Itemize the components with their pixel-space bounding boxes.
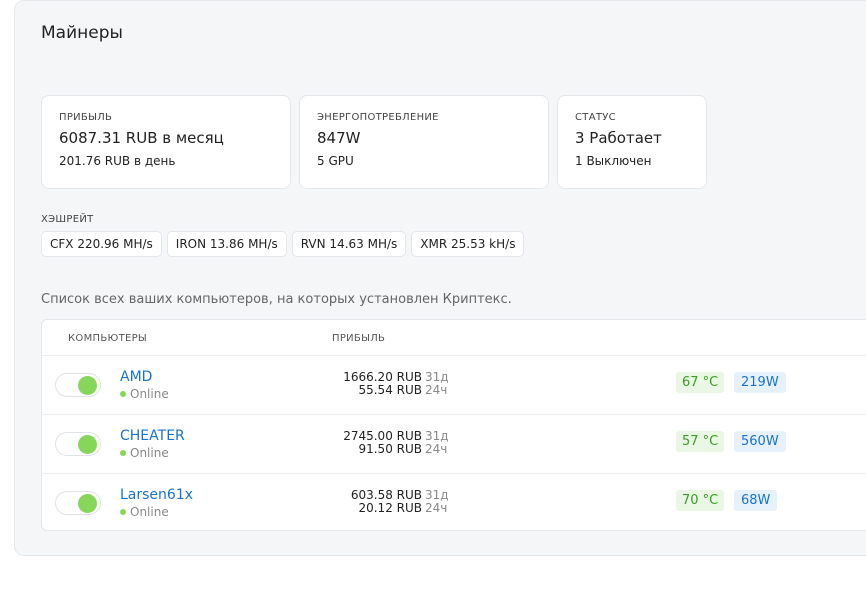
status-text: Online: [130, 387, 169, 401]
table-header: КОМПЬЮТЕРЫ ПРИБЫЛЬ: [42, 320, 866, 356]
hashrate-list: CFX 220.96 MH/s IRON 13.86 MH/s RVN 14.6…: [41, 231, 525, 257]
profit-day-unit: 24ч: [425, 442, 448, 456]
temperature-badge: 70 °C: [676, 490, 725, 511]
profit-label: ПРИБЫЛЬ: [59, 112, 113, 123]
hashrate-title: ХЭШРЕЙТ: [41, 214, 94, 225]
status-value: 3 Работает: [575, 129, 662, 147]
hashrate-chip: CFX 220.96 MH/s: [41, 231, 162, 257]
computers-table: КОМПЬЮТЕРЫ ПРИБЫЛЬ AMD Online 1666.20 RU…: [41, 319, 866, 531]
power-badge: 68W: [734, 490, 778, 511]
table-row: Larsen61x Online 603.58 RUB 31д 20.12 RUB…: [42, 474, 866, 530]
online-dot-icon: [120, 391, 126, 397]
hashrate-chip: XMR 25.53 kH/s: [411, 231, 525, 257]
table-row: CHEATER Online 2745.00 RUB 31д 91.50 RUB 2…: [42, 415, 866, 474]
status-sub: 1 Выключен: [575, 154, 652, 168]
power-sub: 5 GPU: [317, 154, 354, 168]
toggle-knob: [78, 494, 97, 513]
column-header-profit: ПРИБЫЛЬ: [332, 333, 386, 344]
miner-toggle[interactable]: [55, 373, 101, 397]
computer-name-link[interactable]: Larsen61x: [120, 487, 193, 503]
power-badge: 219W: [734, 372, 786, 393]
status-card: СТАТУС 3 Работает 1 Выключен: [557, 95, 707, 189]
online-dot-icon: [120, 509, 126, 515]
temperature-badge: 57 °C: [676, 431, 725, 452]
computers-list-description: Список всех ваших компьютеров, на которы…: [41, 292, 512, 307]
profit-value: 6087.31 RUB в месяц: [59, 129, 224, 147]
profit-day: 20.12 RUB: [358, 501, 422, 515]
table-row: AMD Online 1666.20 RUB 31д 55.54 RUB 24ч 6…: [42, 356, 866, 415]
hashrate-chip: RVN 14.63 MH/s: [291, 231, 407, 257]
profit-card: ПРИБЫЛЬ 6087.31 RUB в месяц 201.76 RUB в…: [41, 95, 291, 189]
miner-toggle[interactable]: [55, 432, 101, 456]
online-dot-icon: [120, 450, 126, 456]
profit-day-unit: 24ч: [425, 501, 448, 515]
profit-day: 91.50 RUB: [358, 442, 422, 456]
status-indicator: Online: [120, 505, 169, 519]
toggle-knob: [78, 376, 97, 395]
profit-cell: 603.58 RUB 31д 20.12 RUB 24ч: [312, 489, 452, 515]
status-text: Online: [130, 446, 169, 460]
status-label: СТАТУС: [575, 112, 616, 123]
profit-day: 55.54 RUB: [358, 383, 422, 397]
power-card: ЭНЕРГОПОТРЕБЛЕНИЕ 847W 5 GPU: [299, 95, 549, 189]
computer-name-link[interactable]: AMD: [120, 369, 152, 385]
profit-sub: 201.76 RUB в день: [59, 154, 176, 168]
power-value: 847W: [317, 129, 361, 147]
hashrate-chip: IRON 13.86 MH/s: [166, 231, 287, 257]
profit-day-unit: 24ч: [425, 383, 448, 397]
status-indicator: Online: [120, 446, 169, 460]
status-indicator: Online: [120, 387, 169, 401]
profit-cell: 1666.20 RUB 31д 55.54 RUB 24ч: [312, 371, 452, 397]
temperature-badge: 67 °C: [676, 372, 725, 393]
miner-toggle[interactable]: [55, 491, 101, 515]
toggle-knob: [78, 435, 97, 454]
column-header-computers: КОМПЬЮТЕРЫ: [68, 333, 148, 344]
profit-cell: 2745.00 RUB 31д 91.50 RUB 24ч: [312, 430, 452, 456]
page-title: Майнеры: [41, 23, 123, 43]
power-badge: 560W: [734, 431, 786, 452]
power-label: ЭНЕРГОПОТРЕБЛЕНИЕ: [317, 112, 439, 123]
computer-name-link[interactable]: CHEATER: [120, 428, 185, 444]
status-text: Online: [130, 505, 169, 519]
